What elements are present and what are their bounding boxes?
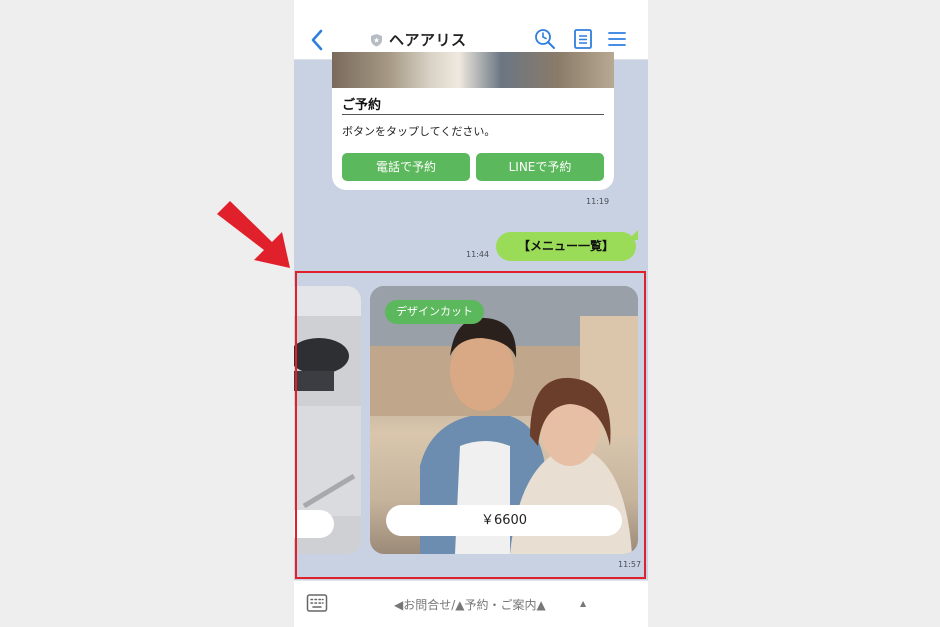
line-reserve-button[interactable]: LINEで予約 (476, 153, 604, 181)
phone-reserve-button[interactable]: 電話で予約 (342, 153, 470, 181)
chat-title: ヘアアリス (389, 31, 467, 49)
reservation-card: ご予約 ボタンをタップしてください。 電話で予約 LINEで予約 (332, 52, 614, 190)
card-photo (332, 52, 614, 88)
notes-icon[interactable] (572, 28, 594, 50)
keyboard-icon[interactable] (306, 593, 328, 613)
message-time: 11:44 (466, 250, 490, 259)
message-time: 11:19 (586, 197, 610, 206)
search-clock-icon[interactable] (534, 28, 556, 50)
rich-menu-toggle[interactable]: ◀お問合せ/▲予約・ご案内▲ (394, 596, 546, 613)
chat-title-group: ヘアアリス (370, 29, 467, 50)
user-message-bubble: 【メニュー一覧】 (496, 232, 636, 261)
card-divider (342, 114, 604, 115)
annotation-arrow-icon (217, 201, 290, 268)
card-text: ボタンをタップしてください。 (342, 125, 496, 138)
highlight-box (295, 271, 646, 579)
chat-header: ヘアアリス (294, 0, 648, 60)
menu-icon[interactable] (606, 28, 628, 50)
chat-screen: ヘアアリス ご予約 ボタンをタップしてください。 電話で予約 LINEで予約 1… (294, 0, 648, 627)
shield-icon (371, 33, 382, 46)
rich-menu-bar: ◀お問合せ/▲予約・ご案内▲ ▲ (294, 580, 648, 627)
caret-up-icon[interactable]: ▲ (580, 599, 586, 608)
card-title: ご予約 (342, 98, 382, 113)
chevron-left-icon[interactable] (308, 28, 326, 52)
